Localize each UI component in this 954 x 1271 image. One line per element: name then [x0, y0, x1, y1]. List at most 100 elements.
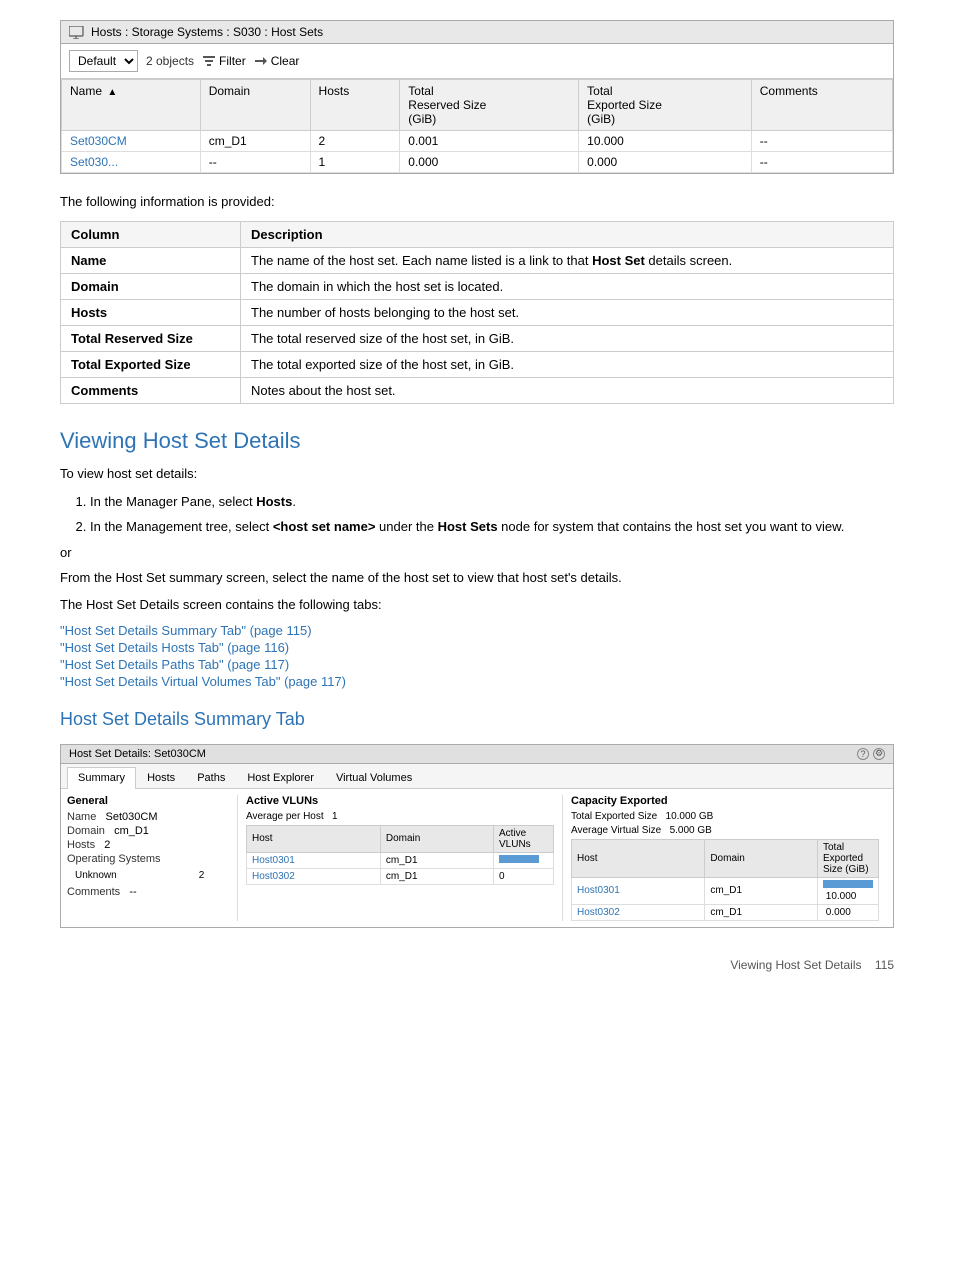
- capacity-table: Host Domain Total Exported Size (GiB) Ho…: [571, 839, 879, 921]
- cap-domain-header: Domain: [705, 839, 818, 877]
- tab-summary[interactable]: Summary: [67, 767, 136, 789]
- doc-link[interactable]: "Host Set Details Summary Tab" (page 115…: [60, 623, 894, 638]
- general-row-hosts: Hosts 2: [67, 839, 227, 851]
- col-reserved-header: TotalReserved Size(GiB): [400, 80, 579, 131]
- cell-domain: --: [200, 152, 310, 173]
- clear-icon: [254, 55, 268, 67]
- cell-name[interactable]: Set030CM: [62, 131, 201, 152]
- cell-reserved: 0.000: [400, 152, 579, 173]
- vlun-domain-header: Domain: [380, 825, 493, 852]
- general-row-comments: Comments --: [67, 886, 227, 898]
- col-desc-column: Hosts: [61, 300, 241, 326]
- settings-icon[interactable]: ⚙: [873, 748, 885, 760]
- cell-exported: 10.000: [579, 131, 752, 152]
- col-desc-description: The total reserved size of the host set,…: [241, 326, 894, 352]
- steps-list: In the Manager Pane, select Hosts. In th…: [90, 492, 894, 537]
- col-desc-row: Name The name of the host set. Each name…: [61, 248, 894, 274]
- page-number: 115: [875, 958, 894, 972]
- cell-name[interactable]: Set030...: [62, 152, 201, 173]
- cell-hosts: 1: [310, 152, 400, 173]
- vlun-host-header: Host: [247, 825, 381, 852]
- help-icon[interactable]: ?: [857, 748, 869, 760]
- table-title-text: Hosts : Storage Systems : S030 : Host Se…: [91, 25, 323, 39]
- cap-host[interactable]: Host0301: [572, 877, 705, 904]
- cap-host[interactable]: Host0302: [572, 904, 705, 920]
- col-desc-column: Name: [61, 248, 241, 274]
- footer-text: Viewing Host Set Details: [730, 958, 861, 972]
- screenshot-title-icons: ? ⚙: [857, 748, 885, 760]
- doc-link[interactable]: "Host Set Details Hosts Tab" (page 116): [60, 640, 894, 655]
- view-select[interactable]: Default: [69, 50, 138, 72]
- table-title-bar: Hosts : Storage Systems : S030 : Host Se…: [61, 21, 893, 44]
- screenshot-body: General Name Set030CM Domain cm_D1 Hosts…: [61, 789, 893, 927]
- vlun-domain: cm_D1: [380, 852, 493, 868]
- tab-virtual-volumes[interactable]: Virtual Volumes: [325, 767, 423, 788]
- step-2-code: <host set name>: [273, 519, 376, 534]
- cap-size-header: Total Exported Size (GiB): [818, 839, 879, 877]
- cap-domain: cm_D1: [705, 877, 818, 904]
- filter-button[interactable]: Filter: [202, 54, 246, 68]
- table-row: Set030CM cm_D1 2 0.001 10.000 --: [62, 131, 893, 152]
- col-desc-description: The number of hosts belonging to the hos…: [241, 300, 894, 326]
- col-desc-description: The name of the host set. Each name list…: [241, 248, 894, 274]
- cell-exported: 0.000: [579, 152, 752, 173]
- intro-text: To view host set details:: [60, 464, 894, 484]
- step-2: In the Management tree, select <host set…: [90, 517, 894, 537]
- cap-size: 10.000: [818, 877, 879, 904]
- cap-size: 0.000: [818, 904, 879, 920]
- col-name-header[interactable]: Name ▲: [62, 80, 201, 131]
- vlun-row: Host0302 cm_D1 0: [247, 868, 554, 884]
- active-vluns-section: Active VLUNs Average per Host 1 Host Dom…: [237, 795, 562, 921]
- screenshot-title: Host Set Details: Set030CM: [69, 748, 206, 760]
- vlun-row: Host0301 cm_D1: [247, 852, 554, 868]
- subsection-heading: Host Set Details Summary Tab: [60, 709, 894, 730]
- col-hosts-header: Hosts: [310, 80, 400, 131]
- col-desc-column-header: Column: [61, 222, 241, 248]
- cap-domain: cm_D1: [705, 904, 818, 920]
- col-desc-row: Total Exported Size The total exported s…: [61, 352, 894, 378]
- top-table-container: Hosts : Storage Systems : S030 : Host Se…: [60, 20, 894, 174]
- avg-per-host: Average per Host 1: [246, 811, 554, 822]
- monitor-icon: [69, 26, 85, 39]
- info-paragraph: The following information is provided:: [60, 194, 894, 209]
- capacity-row: Host0301 cm_D1 10.000: [572, 877, 879, 904]
- capacity-section: Capacity Exported Total Exported Size 10…: [562, 795, 887, 921]
- object-count: 2 objects: [146, 54, 194, 68]
- cell-hosts: 2: [310, 131, 400, 152]
- or-text: or: [60, 545, 894, 560]
- capacity-bar: [823, 880, 873, 888]
- table-row: Set030... -- 1 0.000 0.000 --: [62, 152, 893, 173]
- active-vluns-title: Active VLUNs: [246, 795, 554, 807]
- section-heading: Viewing Host Set Details: [60, 428, 894, 454]
- page-footer: Viewing Host Set Details 115: [60, 958, 894, 972]
- screenshot-container: Host Set Details: Set030CM ? ⚙ SummaryHo…: [60, 744, 894, 928]
- doc-link[interactable]: "Host Set Details Virtual Volumes Tab" (…: [60, 674, 894, 689]
- general-row-name: Name Set030CM: [67, 811, 227, 823]
- capacity-row: Host0302 cm_D1 0.000: [572, 904, 879, 920]
- col-desc-description: The domain in which the host set is loca…: [241, 274, 894, 300]
- col-comments-header: Comments: [751, 80, 892, 131]
- vlun-host[interactable]: Host0302: [247, 868, 381, 884]
- step-1-bold: Hosts: [256, 494, 292, 509]
- toolbar: Default 2 objects Filter Clear: [61, 44, 893, 79]
- vluns-table: Host Domain Active VLUNs Host0301 cm_D1 …: [246, 825, 554, 885]
- vlun-host[interactable]: Host0301: [247, 852, 381, 868]
- doc-link[interactable]: "Host Set Details Paths Tab" (page 117): [60, 657, 894, 672]
- col-desc-description: The total exported size of the host set,…: [241, 352, 894, 378]
- tab-paths[interactable]: Paths: [186, 767, 236, 788]
- cell-comments: --: [751, 131, 892, 152]
- tab-hosts[interactable]: Hosts: [136, 767, 186, 788]
- total-exported-stat: Total Exported Size 10.000 GB: [571, 811, 879, 822]
- col-domain-header: Domain: [200, 80, 310, 131]
- col-desc-row: Total Reserved Size The total reserved s…: [61, 326, 894, 352]
- col-desc-row: Domain The domain in which the host set …: [61, 274, 894, 300]
- clear-button[interactable]: Clear: [254, 54, 300, 68]
- capacity-title: Capacity Exported: [571, 795, 879, 807]
- col-desc-column: Comments: [61, 378, 241, 404]
- vlun-bar: [499, 855, 539, 863]
- os-row: Unknown 2: [67, 869, 227, 882]
- contains-text: The Host Set Details screen contains the…: [60, 595, 894, 615]
- tab-host-explorer[interactable]: Host Explorer: [236, 767, 325, 788]
- cell-comments: --: [751, 152, 892, 173]
- vlun-active-header: Active VLUNs: [494, 825, 554, 852]
